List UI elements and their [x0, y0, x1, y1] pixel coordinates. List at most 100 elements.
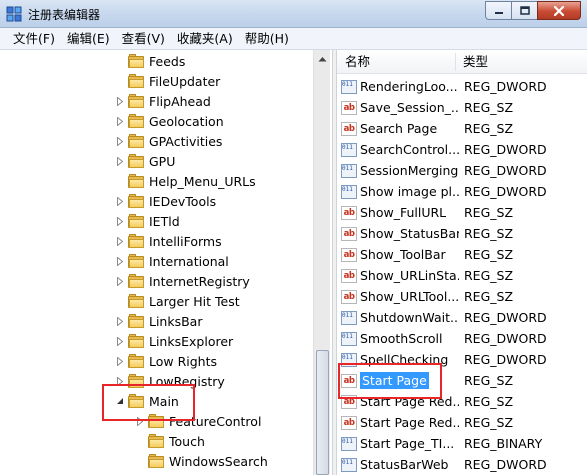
expand-arrow-icon[interactable] — [115, 91, 125, 111]
tree-item[interactable]: LinksBar — [115, 311, 203, 331]
tree-item[interactable]: IEDevTools — [115, 191, 216, 211]
value-type: REG_SZ — [464, 394, 514, 409]
folder-icon — [128, 114, 144, 128]
expand-arrow-icon[interactable] — [115, 311, 125, 331]
folder-icon — [128, 294, 144, 308]
tree-item[interactable]: Low Rights — [115, 351, 217, 371]
string-value-icon: ab — [341, 247, 357, 262]
scrollbar-thumb[interactable] — [316, 350, 329, 475]
string-value-icon: ab — [341, 226, 357, 241]
value-row[interactable]: 011 110 101StatusBarWeb REG_DWORD — [337, 454, 587, 475]
tree-item-label: Larger Hit Test — [149, 293, 240, 309]
tree-item[interactable]: International — [115, 251, 229, 271]
tree-vertical-scrollbar[interactable] — [313, 50, 330, 475]
expand-arrow-icon[interactable] — [115, 271, 125, 291]
close-button[interactable] — [537, 1, 581, 20]
menu-help[interactable]: 帮助(H) — [239, 29, 295, 49]
folder-icon — [128, 254, 144, 268]
value-type: REG_DWORD — [464, 163, 547, 178]
folder-icon — [128, 354, 144, 368]
highlight-box-main — [102, 384, 195, 421]
value-type: REG_SZ — [464, 415, 514, 430]
tree-item[interactable]: InternetRegistry — [115, 271, 250, 291]
value-row[interactable]: 011 110 101SessionMerging REG_DWORD — [337, 160, 587, 181]
value-row[interactable]: ab Show_URLinSta... REG_SZ — [337, 265, 587, 286]
maximize-button[interactable] — [511, 1, 537, 20]
expand-arrow-icon[interactable] — [115, 191, 125, 211]
expand-arrow-icon[interactable] — [115, 111, 125, 131]
string-value-icon: ab — [341, 121, 357, 136]
value-name: SearchControl... — [360, 142, 459, 157]
value-type: REG_DWORD — [464, 457, 547, 472]
folder-icon — [128, 274, 144, 288]
value-type: REG_SZ — [464, 100, 514, 115]
tree-item-label: IEDevTools — [149, 193, 217, 209]
value-type: REG_DWORD — [464, 142, 547, 157]
value-row[interactable]: ab Show_URLTool... REG_SZ — [337, 286, 587, 307]
column-header-name[interactable]: 名称 — [337, 50, 370, 74]
tree-item[interactable]: IntelliForms — [115, 231, 222, 251]
string-value-icon: ab — [341, 100, 357, 115]
tree-item-label: IntelliForms — [149, 233, 222, 249]
value-row[interactable]: ab Show_FullURL REG_SZ — [337, 202, 587, 223]
registry-editor-icon — [6, 6, 22, 22]
folder-icon — [128, 334, 144, 348]
value-row[interactable]: 011 110 101RenderingLoo... REG_DWORD — [337, 76, 587, 97]
binary-value-icon: 011 110 101 — [341, 79, 357, 94]
value-row[interactable]: 011 110 101SearchControl... REG_DWORD — [337, 139, 587, 160]
value-name: RenderingLoo... — [360, 79, 458, 94]
tree-item[interactable]: Geolocation — [115, 111, 224, 131]
value-type: REG_SZ — [464, 289, 514, 304]
value-row[interactable]: 011 110 101ShutdownWait... REG_DWORD — [337, 307, 587, 328]
scroll-up-button[interactable] — [314, 50, 331, 67]
tree-item-label: FlipAhead — [149, 93, 211, 109]
menu-favorites[interactable]: 收藏夹(A) — [171, 29, 239, 49]
tree-item-label: International — [149, 253, 229, 269]
tree-item[interactable]: Help_Menu_URLs — [115, 171, 256, 191]
column-headers: 名称 类型 — [337, 50, 587, 74]
close-icon — [553, 5, 565, 16]
expand-arrow-icon[interactable] — [115, 211, 125, 231]
value-row[interactable]: ab Save_Session_... REG_SZ — [337, 97, 587, 118]
value-row[interactable]: 011 110 101Show image pl... REG_DWORD — [337, 181, 587, 202]
tree-item[interactable]: LinksExplorer — [115, 331, 233, 351]
expand-arrow-icon[interactable] — [115, 151, 125, 171]
tree-item[interactable]: FlipAhead — [115, 91, 211, 111]
value-row[interactable]: ab Show_StatusBar REG_SZ — [337, 223, 587, 244]
chevron-up-icon — [318, 56, 327, 61]
tree-item[interactable]: GPActivities — [115, 131, 222, 151]
value-row[interactable]: ab Show_ToolBar REG_SZ — [337, 244, 587, 265]
minimize-button[interactable] — [485, 1, 511, 20]
value-row[interactable]: 011 110 101Start Page_TI... REG_BINARY — [337, 433, 587, 454]
registry-values-pane: 名称 类型 011 110 101RenderingLoo...REG_DWOR… — [337, 50, 587, 475]
tree-item[interactable]: Larger Hit Test — [115, 291, 240, 311]
folder-icon — [128, 54, 144, 68]
tree-item[interactable]: Feeds — [115, 51, 185, 71]
expand-arrow-icon[interactable] — [115, 351, 125, 371]
expand-arrow-icon[interactable] — [115, 331, 125, 351]
value-type: REG_SZ — [464, 247, 514, 262]
menu-view[interactable]: 查看(V) — [116, 29, 171, 49]
tree-item[interactable]: FileUpdater — [115, 71, 220, 91]
tree-item[interactable]: Touch — [135, 431, 205, 451]
expand-arrow-icon[interactable] — [115, 131, 125, 151]
value-name: SessionMerging — [360, 163, 459, 178]
tree-item[interactable]: GPU — [115, 151, 175, 171]
value-name: Show image pl... — [360, 184, 459, 199]
menu-file[interactable]: 文件(F) — [7, 29, 61, 49]
menu-edit[interactable]: 编辑(E) — [61, 29, 116, 49]
expand-arrow-icon[interactable] — [115, 231, 125, 251]
expand-arrow-icon[interactable] — [115, 251, 125, 271]
title-bar: 注册表编辑器 — [0, 0, 587, 28]
value-row[interactable]: ab Search Page REG_SZ — [337, 118, 587, 139]
value-row[interactable]: ab Start Page Red... REG_SZ — [337, 412, 587, 433]
tree-item[interactable]: WindowsSearch — [135, 451, 268, 471]
value-row[interactable]: 011 110 101SmoothScroll REG_DWORD — [337, 328, 587, 349]
column-header-type[interactable]: 类型 — [455, 50, 488, 74]
value-name: Show_StatusBar — [360, 226, 459, 241]
tree-item[interactable]: IETld — [115, 211, 180, 231]
value-type: REG_SZ — [464, 268, 514, 283]
